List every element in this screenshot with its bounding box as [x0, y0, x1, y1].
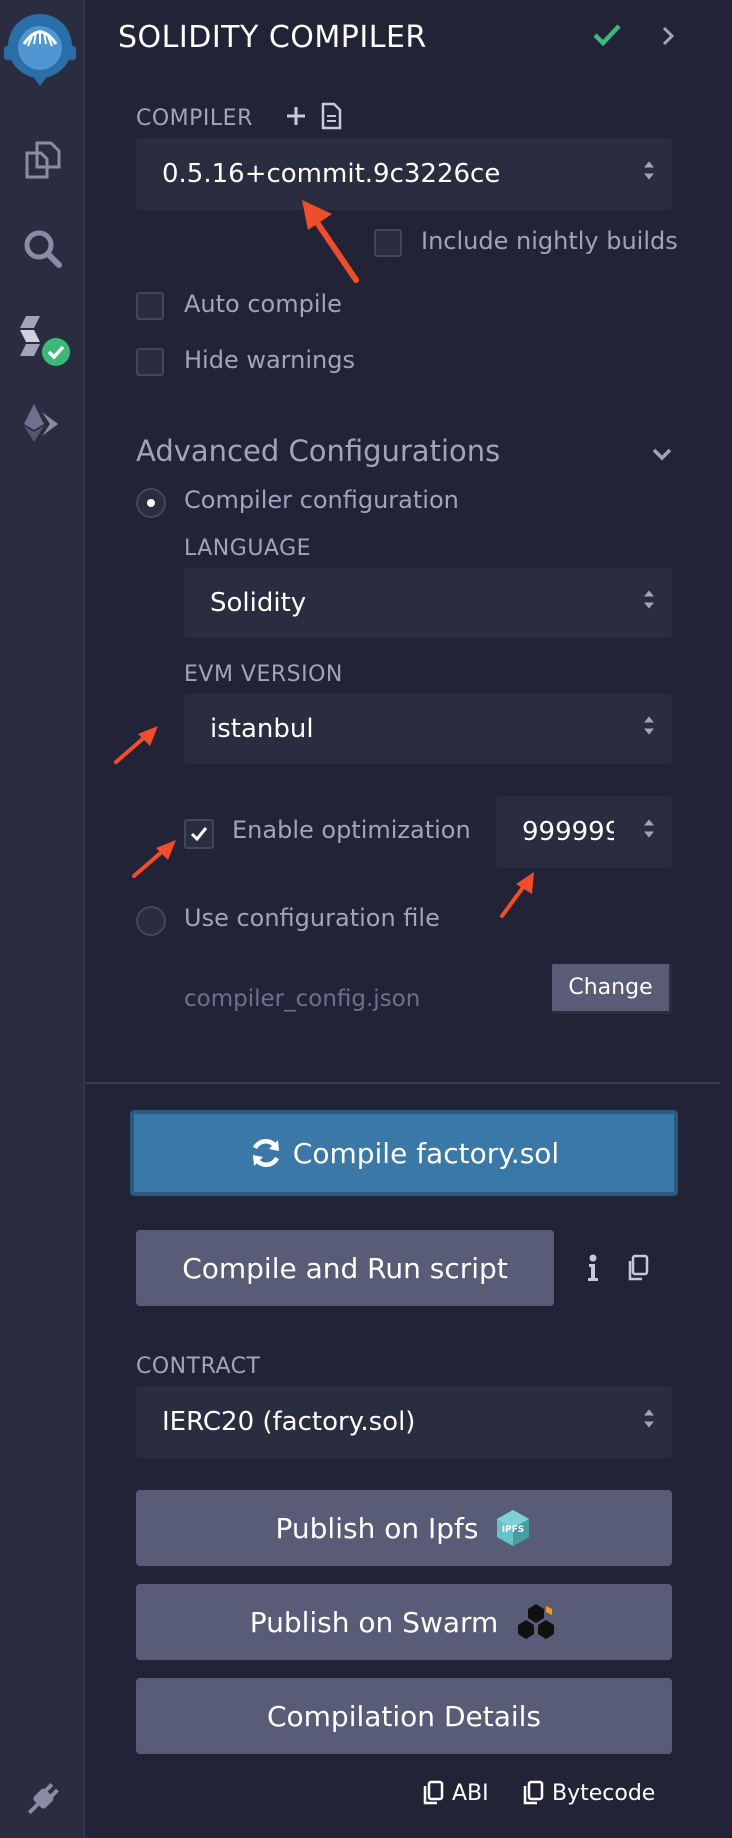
annotation-arrow-icon	[302, 200, 359, 283]
copy-icon[interactable]	[626, 1254, 650, 1286]
nightly-builds-label: Include nightly builds	[421, 227, 678, 255]
hide-warnings-label: Hide warnings	[184, 346, 355, 374]
contract-value: IERC20 (factory.sol)	[162, 1407, 416, 1437]
config-file-name: compiler_config.json	[184, 986, 421, 1012]
copy-abi-link[interactable]: ABI	[422, 1780, 489, 1806]
language-value: Solidity	[210, 588, 307, 618]
annotation-arrow-icon	[114, 726, 158, 764]
select-arrows-icon	[642, 1406, 656, 1439]
panel-title: SOLIDITY COMPILER	[118, 20, 427, 55]
change-config-button[interactable]: Change	[552, 964, 672, 1014]
file-explorer-icon[interactable]	[0, 138, 84, 182]
swarm-icon	[518, 1604, 555, 1639]
bytecode-label: Bytecode	[552, 1780, 656, 1806]
publish-swarm-button[interactable]: Publish on Swarm	[136, 1584, 672, 1660]
publish-ipfs-label: Publish on Ipfs	[275, 1511, 479, 1545]
info-icon[interactable]	[586, 1254, 600, 1286]
advanced-config-title[interactable]: Advanced Configurations	[136, 434, 500, 468]
publish-ipfs-button[interactable]: Publish on Ipfs IPFS	[136, 1490, 672, 1566]
select-arrows-icon	[642, 587, 656, 620]
icon-sidebar	[0, 0, 85, 1838]
ipfs-badge-text: IPFS	[502, 1525, 525, 1535]
evm-version-select[interactable]: istanbul	[184, 694, 672, 764]
add-compiler-icon[interactable]	[284, 104, 308, 132]
enable-optimization-label: Enable optimization	[232, 816, 471, 844]
compilation-details-button[interactable]: Compilation Details	[136, 1678, 672, 1754]
evm-version-value: istanbul	[210, 714, 314, 744]
language-select[interactable]: Solidity	[184, 568, 672, 638]
copy-icon	[423, 1780, 444, 1805]
stepper-arrows-icon[interactable]	[642, 816, 656, 849]
publish-swarm-label: Publish on Swarm	[249, 1605, 499, 1639]
contract-label: CONTRACT	[136, 1354, 261, 1379]
auto-compile-label: Auto compile	[184, 290, 342, 318]
solidity-compiler-icon[interactable]	[0, 312, 84, 372]
compiled-check-icon	[592, 22, 622, 52]
use-config-file-label: Use configuration file	[184, 904, 440, 932]
language-label: LANGUAGE	[184, 536, 312, 561]
section-divider	[86, 1082, 720, 1084]
plugin-manager-icon[interactable]	[0, 1778, 84, 1822]
contract-select[interactable]: IERC20 (factory.sol)	[136, 1386, 672, 1458]
use-config-file-radio[interactable]	[136, 906, 166, 936]
compiler-version-value: 0.5.16+commit.9c3226ce	[162, 159, 501, 189]
search-icon[interactable]	[0, 226, 84, 270]
select-arrows-icon	[642, 713, 656, 746]
chevron-right-icon[interactable]	[660, 24, 676, 52]
enable-optimization-checkbox[interactable]	[184, 819, 214, 849]
copy-icon	[523, 1780, 544, 1805]
abi-label: ABI	[452, 1780, 489, 1806]
chevron-down-icon[interactable]	[650, 446, 674, 466]
evm-version-label: EVM VERSION	[184, 662, 343, 687]
deploy-run-icon[interactable]	[0, 402, 84, 446]
annotation-arrow-icon	[500, 872, 534, 918]
remix-logo-icon[interactable]	[0, 10, 84, 90]
annotation-arrow-icon	[132, 840, 176, 878]
compile-run-script-button[interactable]: Compile and Run script	[136, 1230, 554, 1306]
select-arrows-icon	[642, 158, 656, 191]
compile-button-label: Compile factory.sol	[292, 1136, 560, 1170]
optimization-runs-value: 999999	[522, 817, 614, 847]
hide-warnings-checkbox[interactable]	[136, 348, 164, 376]
auto-compile-checkbox[interactable]	[136, 292, 164, 320]
compiler-config-radio[interactable]	[136, 488, 166, 518]
refresh-icon	[252, 1139, 279, 1167]
compiler-version-select[interactable]: 0.5.16+commit.9c3226ce	[136, 138, 672, 210]
ipfs-icon: IPFS	[497, 1510, 530, 1546]
solidity-compiler-panel: SOLIDITY COMPILER COMPILER 0.5.16+commit…	[86, 0, 732, 1838]
nightly-builds-checkbox[interactable]	[374, 229, 402, 257]
copy-bytecode-link[interactable]: Bytecode	[522, 1780, 655, 1806]
checkmark-icon	[190, 827, 208, 842]
compiler-config-label: Compiler configuration	[184, 486, 459, 514]
compile-button[interactable]: Compile factory.sol	[130, 1110, 678, 1196]
compiler-label: COMPILER	[136, 106, 253, 131]
file-icon[interactable]	[320, 102, 342, 134]
optimization-runs-input[interactable]: 999999	[496, 796, 672, 868]
